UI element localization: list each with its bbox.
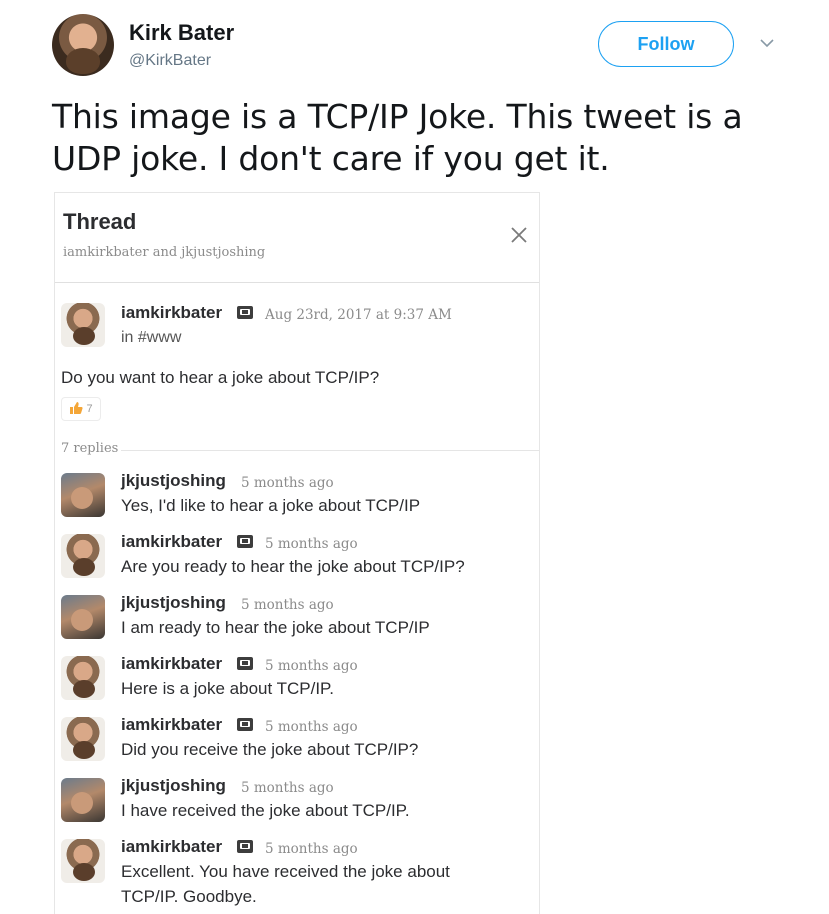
reaction-button[interactable]: 7 (61, 397, 101, 421)
chevron-down-icon[interactable] (758, 34, 776, 52)
reply-message: iamkirkbater 5 months ago Here is a joke… (55, 654, 539, 714)
message-text: Yes, I'd like to hear a joke about TCP/I… (121, 496, 421, 515)
bot-badge-icon (237, 718, 253, 731)
message-author[interactable]: jkjustjoshing (121, 593, 226, 613)
avatar[interactable] (61, 595, 105, 639)
replies-divider: 7 replies (55, 441, 539, 461)
message-text: I am ready to hear the joke about TCP/IP (121, 618, 430, 637)
divider (121, 450, 539, 451)
thread-panel: Thread iamkirkbater and jkjustjoshing ia… (54, 192, 540, 914)
avatar[interactable] (61, 839, 105, 883)
message-timestamp[interactable]: 5 months ago (265, 536, 358, 552)
avatar[interactable] (61, 303, 105, 347)
reply-message: iamkirkbater 5 months ago Excellent. You… (55, 837, 539, 914)
message-channel[interactable]: in #www (121, 329, 181, 347)
avatar[interactable] (52, 14, 114, 76)
thread-title: Thread (63, 209, 137, 234)
close-icon[interactable] (507, 223, 531, 247)
tweet-text: This image is a TCP/IP Joke. This tweet … (52, 97, 743, 178)
author-handle[interactable]: @KirkBater (129, 52, 211, 70)
message-timestamp[interactable]: 5 months ago (265, 658, 358, 674)
message-text: Here is a joke about TCP/IP. (121, 679, 334, 698)
message-author[interactable]: jkjustjoshing (121, 471, 226, 491)
reply-message: jkjustjoshing 5 months ago I have receiv… (55, 776, 539, 836)
reply-message: iamkirkbater 5 months ago Did you receiv… (55, 715, 539, 775)
message-timestamp[interactable]: 5 months ago (265, 841, 358, 857)
message-text: Are you ready to hear the joke about TCP… (121, 557, 465, 576)
message-timestamp[interactable]: Aug 23rd, 2017 at 9:37 AM (265, 307, 452, 323)
message-text: Excellent. You have received the joke ab… (121, 862, 450, 906)
message-author[interactable]: iamkirkbater (121, 532, 222, 552)
avatar[interactable] (61, 717, 105, 761)
message-author[interactable]: iamkirkbater (121, 715, 222, 735)
reply-message: iamkirkbater 5 months ago Are you ready … (55, 532, 539, 592)
follow-button[interactable]: Follow (598, 21, 734, 67)
message-timestamp[interactable]: 5 months ago (241, 597, 334, 613)
message-author[interactable]: iamkirkbater (121, 654, 222, 674)
message-author[interactable]: iamkirkbater (121, 837, 222, 857)
message-text: I have received the joke about TCP/IP. (121, 801, 410, 820)
bot-badge-icon (237, 840, 253, 853)
reaction-count: 7 (86, 403, 93, 415)
replies-count: 7 replies (61, 441, 125, 456)
bot-badge-icon (237, 657, 253, 670)
thread-header: Thread iamkirkbater and jkjustjoshing (55, 193, 539, 283)
bot-badge-icon (237, 535, 253, 548)
avatar[interactable] (61, 778, 105, 822)
author-name[interactable]: Kirk Bater (129, 20, 234, 46)
message-text: Did you receive the joke about TCP/IP? (121, 740, 419, 759)
message-timestamp[interactable]: 5 months ago (265, 719, 358, 735)
message-text: Do you want to hear a joke about TCP/IP? (61, 368, 380, 387)
bot-badge-icon (237, 306, 253, 319)
reply-message: jkjustjoshing 5 months ago Yes, I'd like… (55, 471, 539, 531)
avatar[interactable] (61, 473, 105, 517)
thread-participants: iamkirkbater and jkjustjoshing (63, 245, 266, 260)
message-author[interactable]: jkjustjoshing (121, 776, 226, 796)
thumbs-up-icon (69, 401, 84, 418)
message-timestamp[interactable]: 5 months ago (241, 475, 334, 491)
message-author[interactable]: iamkirkbater (121, 303, 222, 323)
avatar[interactable] (61, 534, 105, 578)
message-timestamp[interactable]: 5 months ago (241, 780, 334, 796)
reply-message: jkjustjoshing 5 months ago I am ready to… (55, 593, 539, 653)
tweet-header: Kirk Bater @KirkBater Follow (52, 14, 782, 78)
avatar[interactable] (61, 656, 105, 700)
